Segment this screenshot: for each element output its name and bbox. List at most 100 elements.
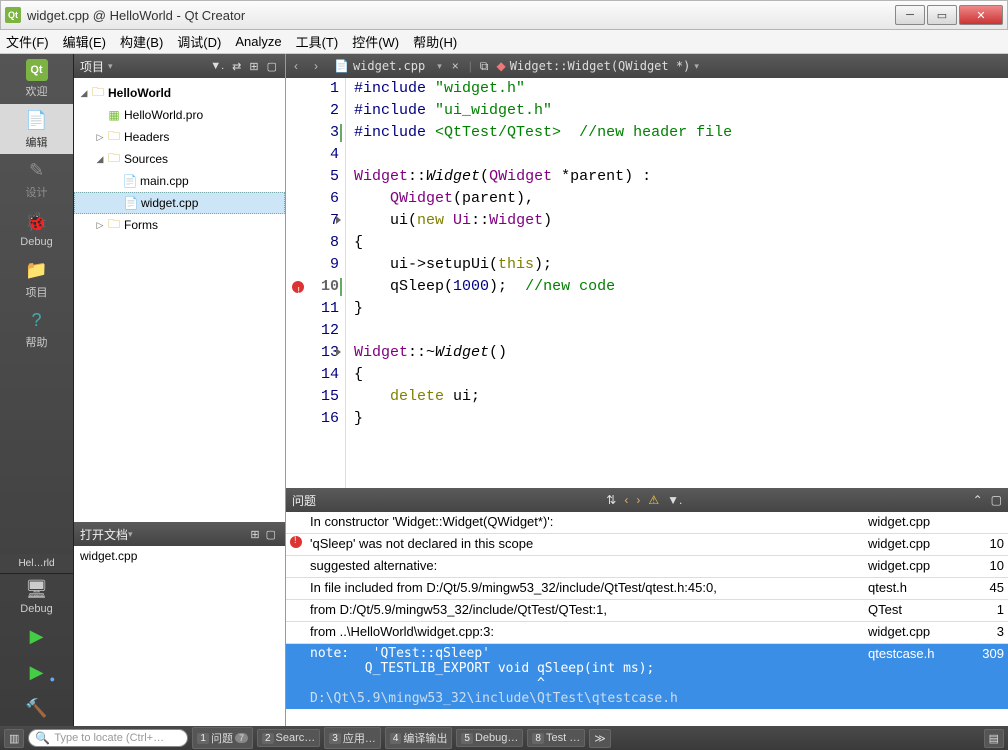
file-icon: 📄 xyxy=(334,59,349,73)
issue-row[interactable]: from D:/Qt/5.9/mingw53_32/include/QtTest… xyxy=(286,600,1008,622)
issues-list[interactable]: In constructor 'Widget::Widget(QWidget*)… xyxy=(286,512,1008,726)
folder-icon: 📁 xyxy=(25,258,49,282)
chevron-down-icon[interactable]: ▾ xyxy=(108,61,113,72)
tree-forms[interactable]: ▷🗀Forms xyxy=(74,214,285,236)
tree-sources[interactable]: ◢🗀Sources xyxy=(74,148,285,170)
warning-icon[interactable]: ⚠ xyxy=(648,493,659,507)
menu-debug[interactable]: 调试(D) xyxy=(177,32,221,51)
monitor-icon: 🖥 xyxy=(25,577,49,601)
opendocs-header: 打开文档 ▾ ⊞ ▢ xyxy=(74,522,285,546)
minimize-button[interactable]: ─ xyxy=(895,5,925,25)
issue-row[interactable]: from ..\HelloWorld\widget.cpp:3:widget.c… xyxy=(286,622,1008,644)
pane-title: 问题 xyxy=(292,492,316,509)
nav-fwd-icon[interactable]: › xyxy=(306,59,326,73)
tree-root[interactable]: ◢🗀HelloWorld xyxy=(74,82,285,104)
nav-prev-icon[interactable]: ‹ xyxy=(624,493,628,507)
qt-icon: Qt xyxy=(26,59,48,81)
split-icon[interactable]: ⧉ xyxy=(476,59,493,74)
mode-help[interactable]: ? 帮助 xyxy=(0,304,73,354)
run-debug-button[interactable]: ▶● xyxy=(0,654,73,690)
mode-design[interactable]: ✎ 设计 xyxy=(0,154,73,204)
code-editor[interactable]: 12345678910111213141516 #include "widget… xyxy=(286,78,1008,488)
output-test[interactable]: 8Test … xyxy=(527,729,585,747)
close-pane-icon[interactable]: ▢ xyxy=(265,60,279,73)
issue-row[interactable]: suggested alternative:widget.cpp10 xyxy=(286,556,1008,578)
menu-edit[interactable]: 编辑(E) xyxy=(63,32,106,51)
symbol-selector[interactable]: Widget::Widget(QWidget *) xyxy=(510,59,691,73)
mode-label: 编辑 xyxy=(26,134,48,150)
line-gutter: 12345678910111213141516 xyxy=(286,78,346,488)
maximize-button[interactable]: ▭ xyxy=(927,5,957,25)
issue-row-selected[interactable]: note: 'QTest::qSleep' Q_TESTLIB_EXPORT v… xyxy=(286,644,1008,709)
menu-tools[interactable]: 工具(T) xyxy=(296,32,339,51)
kit-debug[interactable]: 🖥 Debug xyxy=(0,574,73,618)
mode-label: 欢迎 xyxy=(26,83,48,99)
expand-icon[interactable]: ⌃ xyxy=(973,493,983,507)
split-icon[interactable]: ⊞ xyxy=(247,60,260,73)
link-icon[interactable]: ⇄ xyxy=(230,60,243,73)
run-button[interactable]: ▶ xyxy=(0,618,73,654)
titlebar: Qt widget.cpp @ HelloWorld - Qt Creator … xyxy=(0,0,1008,30)
output-debugger[interactable]: 5Debug… xyxy=(456,729,523,747)
output-app[interactable]: 3应用… xyxy=(324,727,381,749)
tree-pro-file[interactable]: ▦HelloWorld.pro xyxy=(74,104,285,126)
chevron-down-icon[interactable]: ▾ xyxy=(690,61,703,72)
menubar: 文件(F) 编辑(E) 构建(B) 调试(D) Analyze 工具(T) 控件… xyxy=(0,30,1008,54)
filter-icon[interactable]: ⇅ xyxy=(606,493,616,507)
nav-next-icon[interactable]: › xyxy=(636,493,640,507)
issue-row[interactable]: In constructor 'Widget::Widget(QWidget*)… xyxy=(286,512,1008,534)
split-icon[interactable]: ⊞ xyxy=(247,528,262,541)
document-icon: 📄 xyxy=(25,108,49,132)
menu-widgets[interactable]: 控件(W) xyxy=(352,32,399,51)
tree-widget-cpp[interactable]: 📄widget.cpp xyxy=(74,192,285,214)
app-icon: Qt xyxy=(5,7,21,23)
output-search[interactable]: 2Searc… xyxy=(257,729,320,747)
build-button[interactable]: 🔨 xyxy=(0,690,73,726)
progress-icon[interactable]: ▤ xyxy=(984,729,1004,748)
output-issues[interactable]: 1问题7 xyxy=(192,727,253,749)
file-name: widget.cpp xyxy=(353,59,425,73)
close-tab-icon[interactable]: × xyxy=(446,59,465,73)
filter2-icon[interactable]: ▼. xyxy=(667,493,682,507)
window-title: widget.cpp @ HelloWorld - Qt Creator xyxy=(27,8,893,23)
opendocs-list[interactable]: widget.cpp xyxy=(74,546,285,726)
mode-welcome[interactable]: Qt 欢迎 xyxy=(0,54,73,104)
opendoc-item[interactable]: widget.cpp xyxy=(74,546,285,566)
file-tab[interactable]: 📄 widget.cpp xyxy=(326,59,433,73)
project-pane-header: 项目 ▾ ▼. ⇄ ⊞ ▢ xyxy=(74,54,285,78)
tree-main-cpp[interactable]: 📄main.cpp xyxy=(74,170,285,192)
output-compile[interactable]: 4编译输出 xyxy=(385,727,453,749)
bug-icon: 🐞 xyxy=(25,210,49,234)
close-pane-icon[interactable]: ▢ xyxy=(991,493,1002,507)
search-icon: 🔍 xyxy=(35,731,50,745)
target-selector[interactable]: Hel…rld xyxy=(0,554,73,574)
locator-input[interactable]: 🔍 Type to locate (Ctrl+… xyxy=(28,729,188,747)
issue-row[interactable]: 'qSleep' was not declared in this scopew… xyxy=(286,534,1008,556)
pane-title: 打开文档 xyxy=(80,526,128,543)
issue-row[interactable]: In file included from D:/Qt/5.9/mingw53_… xyxy=(286,578,1008,600)
menu-help[interactable]: 帮助(H) xyxy=(413,32,457,51)
menu-analyze[interactable]: Analyze xyxy=(235,34,281,49)
issues-header: 问题 ⇅ ‹ › ⚠ ▼. ⌃ ▢ xyxy=(286,488,1008,512)
close-button[interactable]: ✕ xyxy=(959,5,1003,25)
mode-projects[interactable]: 📁 项目 xyxy=(0,254,73,304)
mode-label: Debug xyxy=(20,603,52,615)
statusbar: ▥ 🔍 Type to locate (Ctrl+… 1问题7 2Searc… … xyxy=(0,726,1008,750)
menu-file[interactable]: 文件(F) xyxy=(6,32,49,51)
code-area[interactable]: #include "widget.h"#include "ui_widget.h… xyxy=(346,78,1008,488)
chevron-down-icon[interactable]: ▾ xyxy=(128,529,133,540)
chevron-icon[interactable]: ≫ xyxy=(589,729,611,748)
mode-edit[interactable]: 📄 编辑 xyxy=(0,104,73,154)
mode-debug[interactable]: 🐞 Debug xyxy=(0,204,73,254)
close-pane-icon[interactable]: ▢ xyxy=(263,528,279,541)
menu-build[interactable]: 构建(B) xyxy=(120,32,163,51)
mode-label: 项目 xyxy=(26,284,48,300)
nav-back-icon[interactable]: ‹ xyxy=(286,59,306,73)
chevron-down-icon[interactable]: ▾ xyxy=(433,61,446,72)
toggle-sidebar-icon[interactable]: ▥ xyxy=(4,729,24,748)
project-tree[interactable]: ◢🗀HelloWorld ▦HelloWorld.pro ▷🗀Headers ◢… xyxy=(74,78,285,522)
filter-icon[interactable]: ▼. xyxy=(208,60,226,72)
pane-title: 项目 xyxy=(80,58,104,75)
bookmark-icon[interactable]: ◆ xyxy=(492,59,509,73)
tree-headers[interactable]: ▷🗀Headers xyxy=(74,126,285,148)
